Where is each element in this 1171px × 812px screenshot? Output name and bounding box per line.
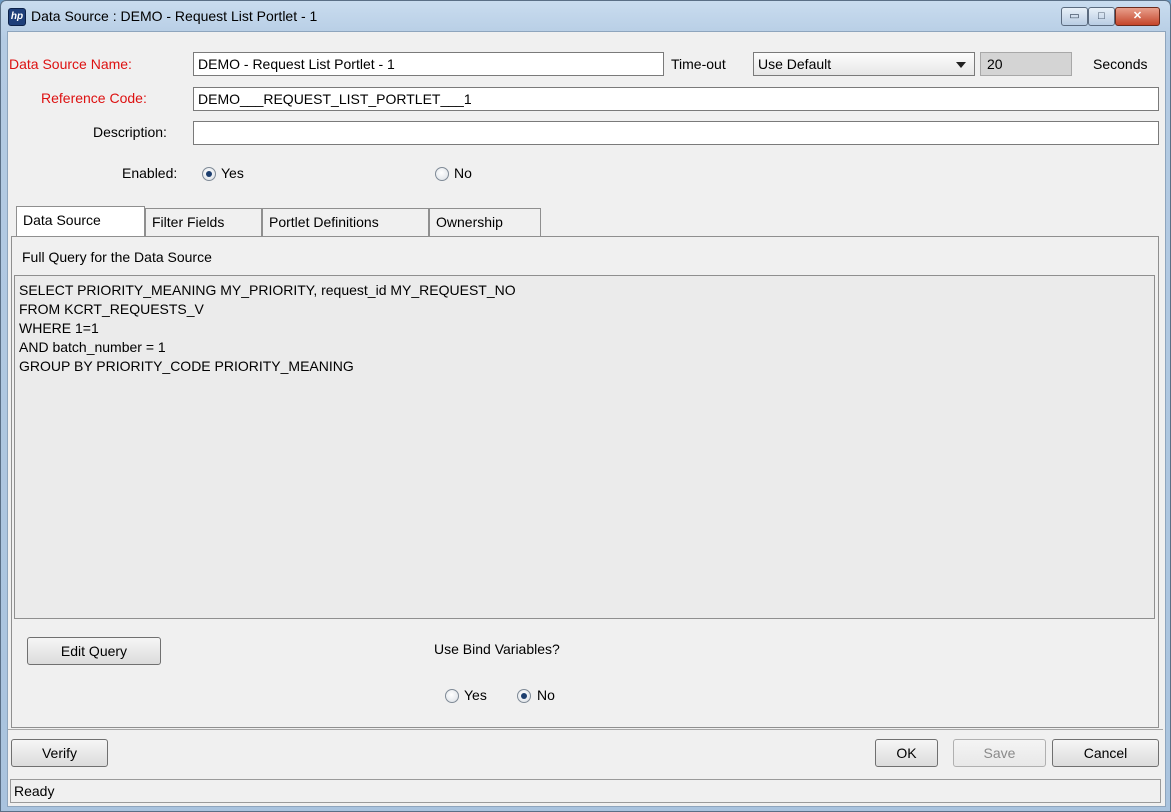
window-title: Data Source : DEMO - Request List Portle…	[31, 8, 318, 24]
timeout-label: Time-out	[671, 56, 726, 72]
status-bar: Ready	[10, 779, 1161, 803]
query-text-area[interactable]: SELECT PRIORITY_MEANING MY_PRIORITY, req…	[14, 275, 1155, 619]
reference-code-label: Reference Code:	[41, 90, 147, 106]
enabled-yes-radio[interactable]	[202, 167, 216, 181]
description-field[interactable]	[193, 121, 1159, 145]
minimize-button[interactable]: ▭	[1061, 7, 1088, 26]
maximize-button[interactable]: □	[1088, 7, 1115, 26]
verify-button[interactable]: Verify	[11, 739, 108, 767]
edit-query-button[interactable]: Edit Query	[27, 637, 161, 665]
title-bar[interactable]: hp Data Source : DEMO - Request List Por…	[1, 1, 1170, 31]
reference-code-field[interactable]: DEMO___REQUEST_LIST_PORTLET___1	[193, 87, 1159, 111]
use-bind-variables-label: Use Bind Variables?	[434, 641, 560, 657]
data-source-tab-panel: Full Query for the Data Source SELECT PR…	[11, 236, 1159, 728]
dialog-window: hp Data Source : DEMO - Request List Por…	[0, 0, 1171, 812]
query-heading: Full Query for the Data Source	[22, 249, 212, 265]
tab-data-source[interactable]: Data Source	[16, 206, 145, 236]
data-source-name-label: Data Source Name:	[9, 56, 132, 72]
enabled-yes-label: Yes	[221, 165, 244, 181]
chevron-down-icon	[956, 62, 966, 68]
bind-no-label: No	[537, 687, 555, 703]
tab-filter-fields[interactable]: Filter Fields	[145, 208, 262, 236]
tab-portlet-definitions[interactable]: Portlet Definitions	[262, 208, 429, 236]
bind-no-radio[interactable]	[517, 689, 531, 703]
hp-logo-icon: hp	[8, 8, 26, 26]
bind-yes-label: Yes	[464, 687, 487, 703]
enabled-no-radio[interactable]	[435, 167, 449, 181]
seconds-label: Seconds	[1093, 56, 1148, 72]
description-label: Description:	[93, 124, 167, 140]
timeout-select[interactable]: Use Default	[753, 52, 975, 76]
dialog-content: Data Source Name: DEMO - Request List Po…	[7, 31, 1166, 807]
timeout-selected-value: Use Default	[758, 56, 832, 72]
save-button: Save	[953, 739, 1046, 767]
data-source-name-field[interactable]: DEMO - Request List Portlet - 1	[193, 52, 664, 76]
enabled-label: Enabled:	[122, 165, 178, 181]
close-button[interactable]: ✕	[1115, 7, 1160, 26]
enabled-no-label: No	[454, 165, 472, 181]
timeout-seconds-value: 20	[980, 52, 1072, 76]
bind-yes-radio[interactable]	[445, 689, 459, 703]
ok-button[interactable]: OK	[875, 739, 938, 767]
tab-ownership[interactable]: Ownership	[429, 208, 541, 236]
cancel-button[interactable]: Cancel	[1052, 739, 1159, 767]
divider	[8, 729, 1163, 730]
